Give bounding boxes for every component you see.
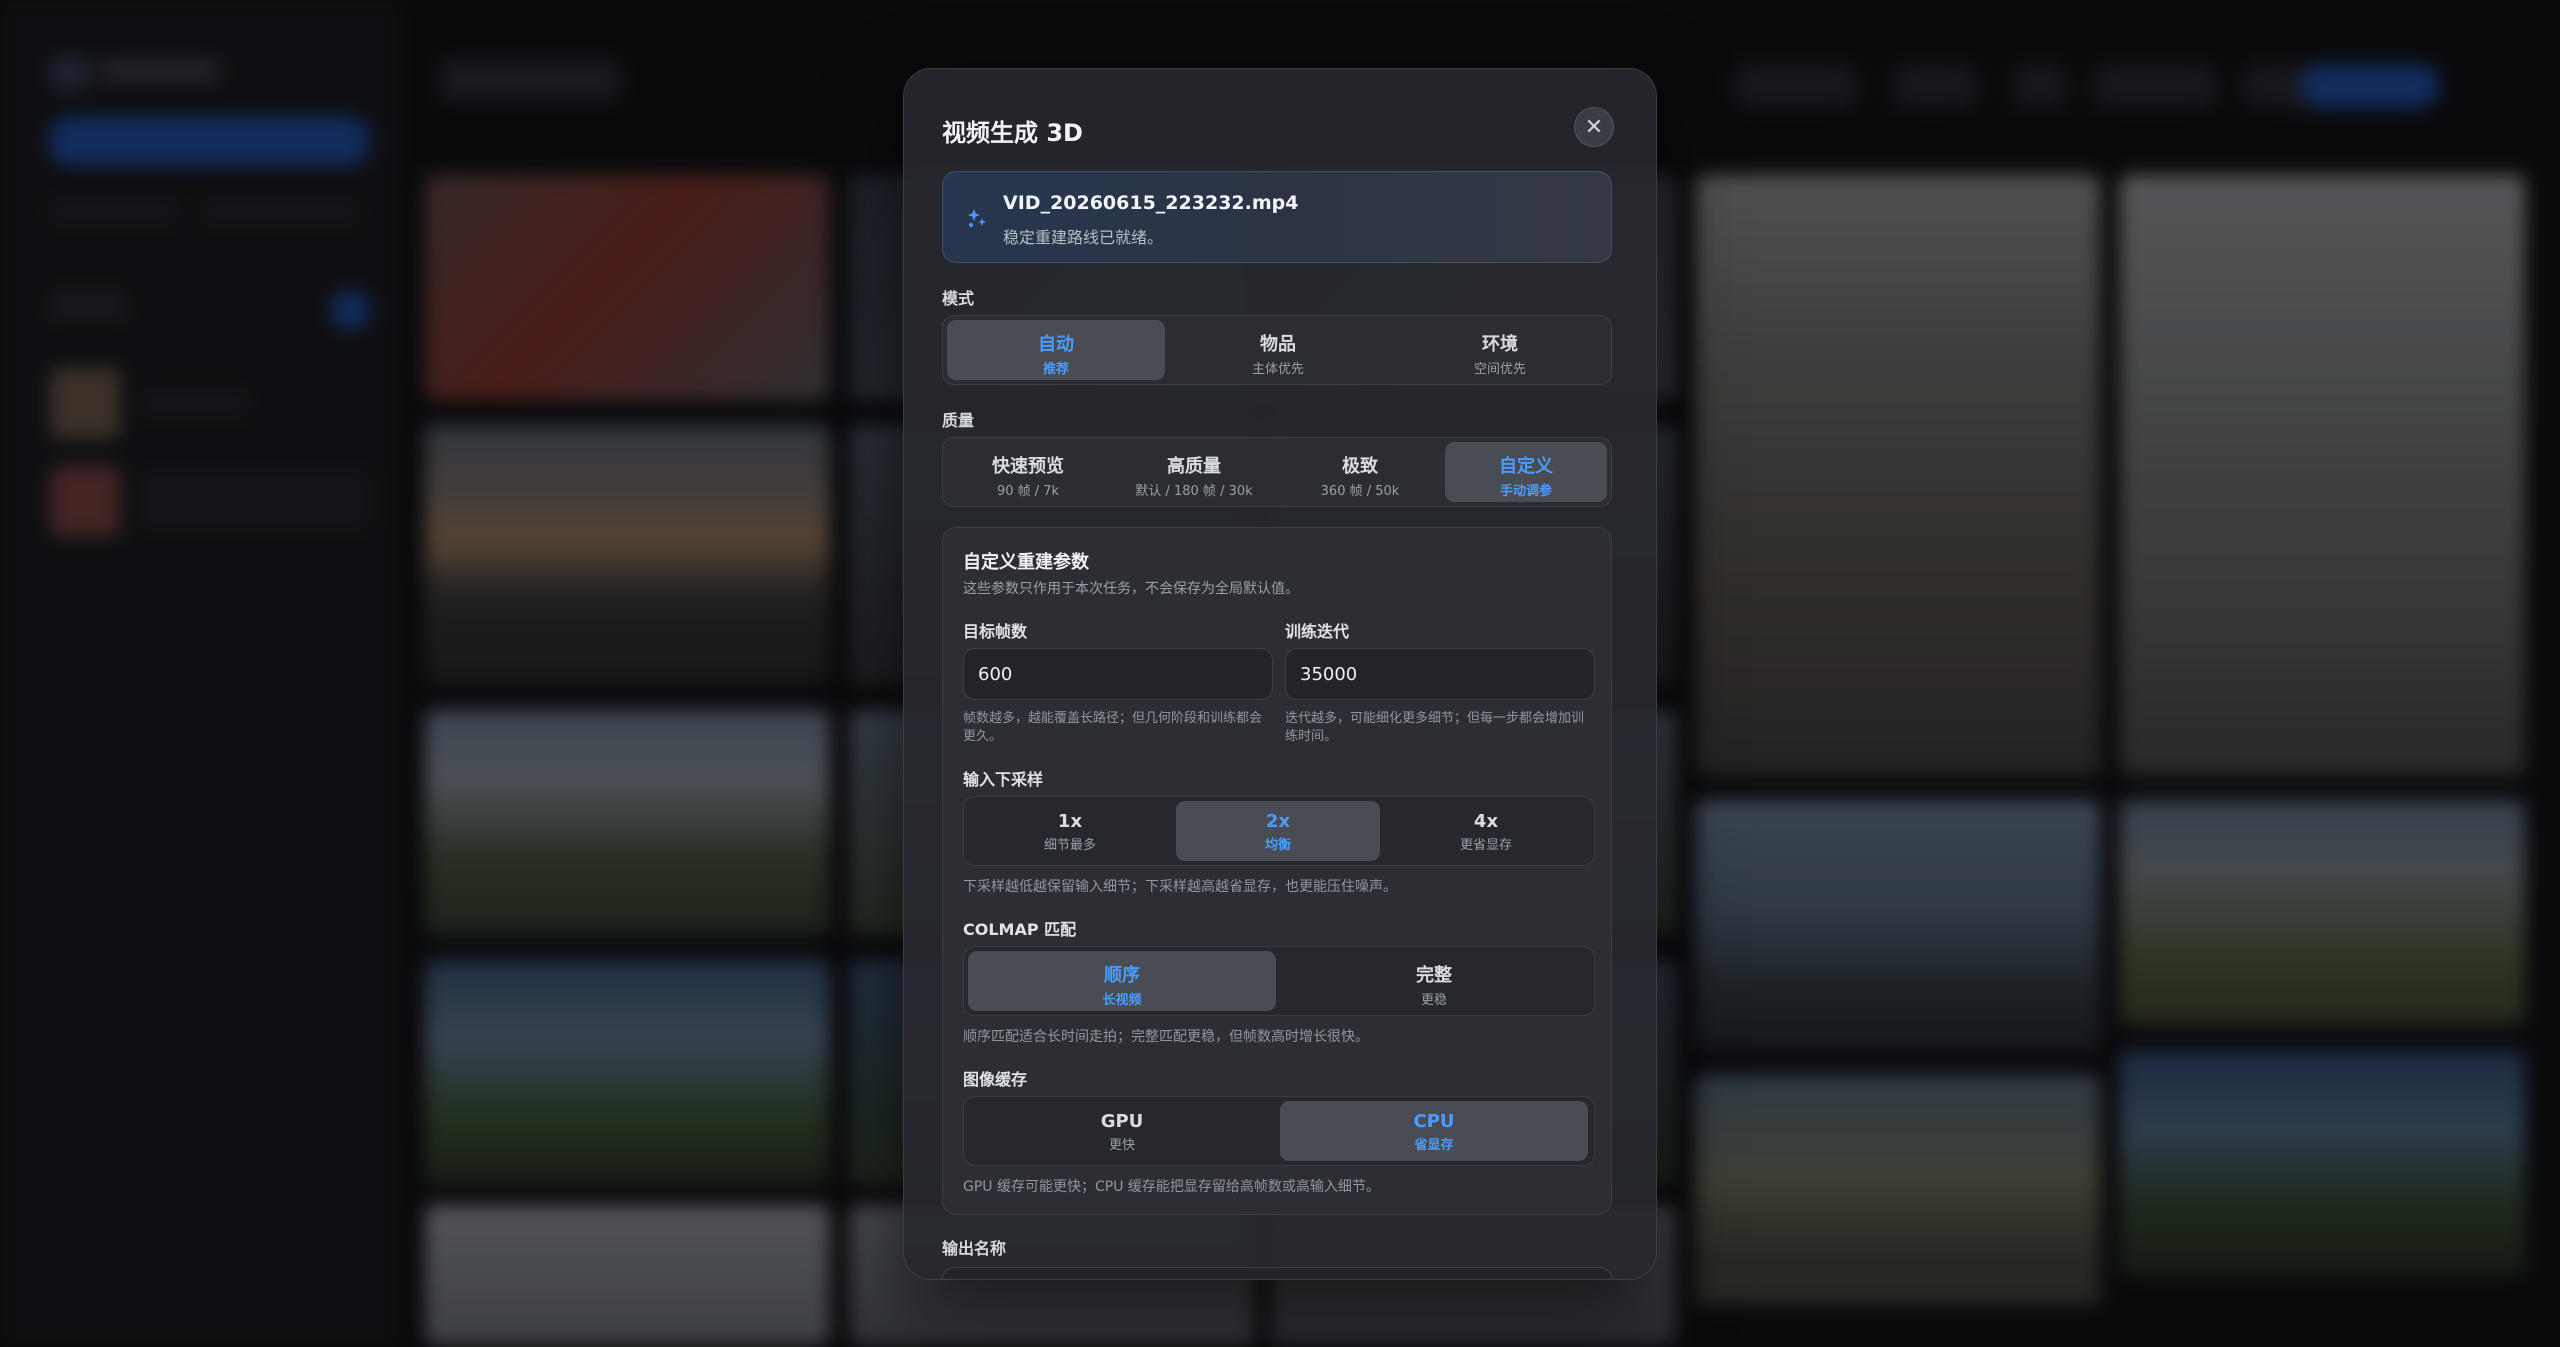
custom-params-description: 这些参数只作用于本次任务，不会保存为全局默认值。 xyxy=(963,581,1299,597)
mode-option-title: 物品 xyxy=(1260,334,1296,355)
target-frames-hint: 帧数越多，越能覆盖长路径；但几何阶段和训练都会更久。 xyxy=(963,711,1263,744)
downsample-option-subtitle: 更省显存 xyxy=(1459,838,1512,853)
downsample-option-title: 2x xyxy=(1265,811,1291,832)
quality-option-custom[interactable]: 自定义 手动调参 xyxy=(1445,442,1607,502)
output-name-input[interactable] xyxy=(942,1267,1612,1279)
sparkle-icon xyxy=(968,209,986,227)
quality-option-title: 高质量 xyxy=(1167,456,1221,477)
quality-label: 质量 xyxy=(942,411,975,430)
train-iters-hint: 迭代越多，可能细化更多细节；但每一步都会增加训练时间。 xyxy=(1285,711,1585,744)
downsample-option-2x[interactable]: 2x 均衡 xyxy=(1176,801,1380,861)
downsample-hint: 下采样越低越保留输入细节；下采样越高越省显存，也更能压住噪声。 xyxy=(963,879,1397,895)
quality-segmented-control: 快速预览 90 帧 / 7k 高质量 默认 / 180 帧 / 30k 极致 3… xyxy=(942,437,1612,507)
quality-option-subtitle: 360 帧 / 50k xyxy=(1320,484,1400,499)
image-cache-hint: GPU 缓存可能更快；CPU 缓存能把显存留给高帧数或高输入细节。 xyxy=(963,1179,1380,1195)
quality-option-title: 快速预览 xyxy=(992,456,1064,477)
image-cache-label: 图像缓存 xyxy=(963,1070,1028,1089)
dialog-title: 视频生成 3D xyxy=(942,119,1083,147)
custom-params-title: 自定义重建参数 xyxy=(963,552,1089,573)
quality-option-high[interactable]: 高质量 默认 / 180 帧 / 30k xyxy=(1113,442,1275,502)
mode-option-subtitle: 空间优先 xyxy=(1473,362,1526,377)
mode-option-environment[interactable]: 环境 空间优先 xyxy=(1391,320,1609,380)
downsample-option-title: 4x xyxy=(1473,811,1499,832)
colmap-option-exhaustive[interactable]: 完整 更稳 xyxy=(1280,951,1588,1011)
colmap-option-sequential[interactable]: 顺序 长视频 xyxy=(968,951,1276,1011)
image-cache-option-gpu[interactable]: GPU 更快 xyxy=(968,1101,1276,1161)
quality-option-title: 极致 xyxy=(1342,456,1378,477)
image-cache-segmented-control: GPU 更快 CPU 省显存 xyxy=(963,1096,1595,1166)
colmap-option-title: 完整 xyxy=(1416,965,1452,986)
file-info-card: VID_20260615_223232.mp4 稳定重建路线已就绪。 xyxy=(942,171,1612,263)
mode-label: 模式 xyxy=(942,289,975,308)
colmap-segmented-control: 顺序 长视频 完整 更稳 xyxy=(963,946,1595,1016)
image-cache-option-title: GPU xyxy=(1100,1111,1144,1132)
mode-option-title: 环境 xyxy=(1482,334,1518,355)
quality-option-title: 自定义 xyxy=(1499,456,1553,477)
downsample-option-subtitle: 细节最多 xyxy=(1043,838,1096,853)
colmap-option-title: 顺序 xyxy=(1104,965,1140,986)
colmap-label: COLMAP 匹配 xyxy=(963,920,1077,939)
video-to-3d-dialog: 视频生成 3D ✕ VID_20260615_223232.mp4 稳定重建路线… xyxy=(903,68,1657,1280)
mode-segmented-control: 自动 推荐 物品 主体优先 环境 空间优先 xyxy=(942,315,1612,385)
colmap-option-subtitle: 长视频 xyxy=(1102,993,1142,1008)
downsample-label: 输入下采样 xyxy=(963,770,1044,789)
colmap-hint: 顺序匹配适合长时间走拍；完整匹配更稳，但帧数高时增长很快。 xyxy=(963,1029,1369,1045)
train-iters-label: 训练迭代 xyxy=(1285,622,1350,641)
downsample-segmented-control: 1x 细节最多 2x 均衡 4x 更省显存 xyxy=(963,796,1595,866)
quality-option-subtitle: 手动调参 xyxy=(1499,484,1552,499)
file-name: VID_20260615_223232.mp4 xyxy=(1003,192,1299,214)
custom-params-panel: 自定义重建参数 这些参数只作用于本次任务，不会保存为全局默认值。 目标帧数 帧数… xyxy=(942,527,1612,1215)
downsample-option-4x[interactable]: 4x 更省显存 xyxy=(1384,801,1588,861)
train-iters-input[interactable] xyxy=(1285,648,1595,700)
quality-option-ultimate[interactable]: 极致 360 帧 / 50k xyxy=(1279,442,1441,502)
quality-option-fast-preview[interactable]: 快速预览 90 帧 / 7k xyxy=(947,442,1109,502)
mode-option-subtitle: 主体优先 xyxy=(1251,362,1304,377)
target-frames-label: 目标帧数 xyxy=(963,622,1028,641)
quality-option-subtitle: 90 帧 / 7k xyxy=(996,484,1060,499)
output-name-label: 输出名称 xyxy=(942,1239,1007,1258)
downsample-option-1x[interactable]: 1x 细节最多 xyxy=(968,801,1172,861)
image-cache-option-cpu[interactable]: CPU 省显存 xyxy=(1280,1101,1588,1161)
downsample-option-subtitle: 均衡 xyxy=(1264,838,1291,853)
image-cache-option-subtitle: 更快 xyxy=(1108,1138,1135,1153)
target-frames-input[interactable] xyxy=(963,648,1273,700)
mode-option-subtitle: 推荐 xyxy=(1042,362,1069,377)
downsample-option-title: 1x xyxy=(1057,811,1083,832)
mode-option-auto[interactable]: 自动 推荐 xyxy=(947,320,1165,380)
close-icon: ✕ xyxy=(1584,114,1604,140)
image-cache-option-title: CPU xyxy=(1413,1111,1455,1132)
mode-option-title: 自动 xyxy=(1038,334,1074,355)
mode-option-object[interactable]: 物品 主体优先 xyxy=(1169,320,1387,380)
image-cache-option-subtitle: 省显存 xyxy=(1414,1138,1454,1153)
file-status: 稳定重建路线已就绪。 xyxy=(1003,228,1164,247)
quality-option-subtitle: 默认 / 180 帧 / 30k xyxy=(1135,484,1253,499)
close-button[interactable]: ✕ xyxy=(1574,107,1614,147)
colmap-option-subtitle: 更稳 xyxy=(1420,993,1447,1008)
